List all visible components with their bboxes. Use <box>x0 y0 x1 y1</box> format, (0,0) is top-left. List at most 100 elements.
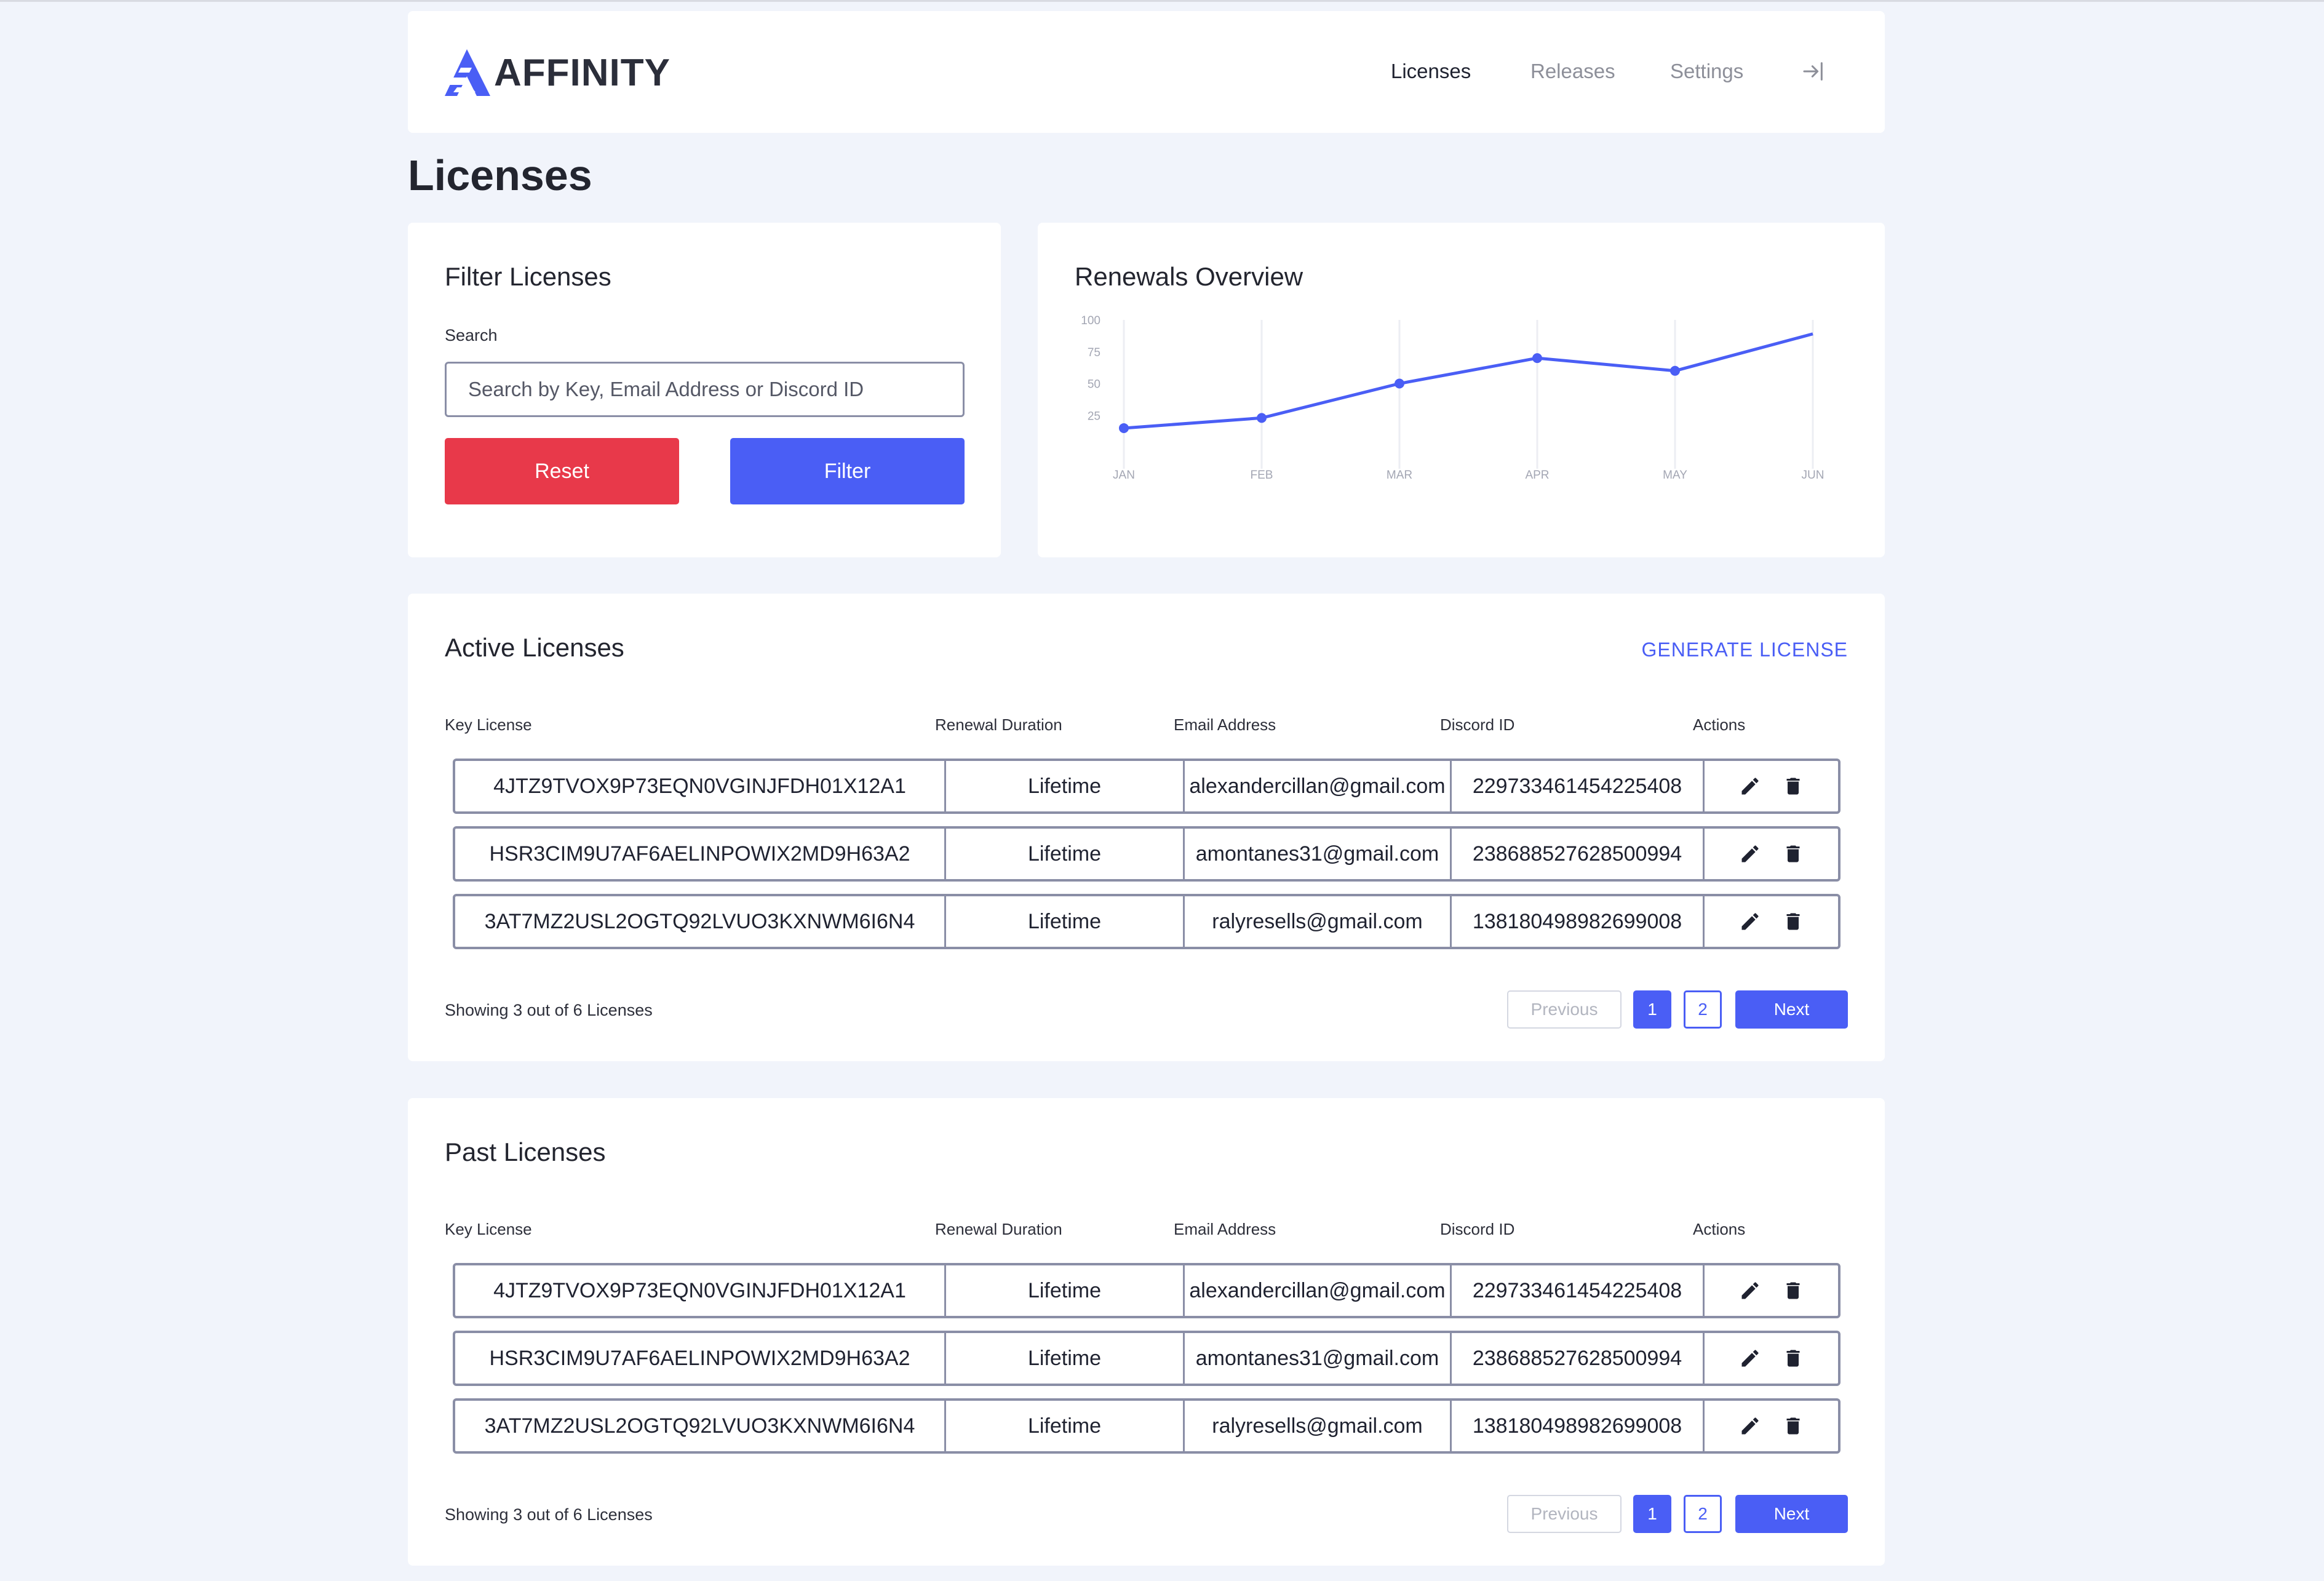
filter-title: Filter Licenses <box>445 262 611 291</box>
page-1-button[interactable]: 1 <box>1633 1495 1671 1533</box>
email-cell: alexandercillan@gmail.com <box>1185 1265 1452 1316</box>
chart-y-tick-label: 100 <box>1081 314 1100 327</box>
table-row: 4JTZ9TVOX9P73EQN0VGINJFDH01X12A1 Lifetim… <box>453 1263 1840 1318</box>
active-licenses-card: Active Licenses GENERATE LICENSE Key Lic… <box>408 594 1885 1061</box>
nav-settings[interactable]: Settings <box>1670 60 1743 83</box>
chart-y-tick-label: 75 <box>1088 346 1100 359</box>
pencil-icon[interactable] <box>1738 1346 1762 1371</box>
key-cell: 4JTZ9TVOX9P73EQN0VGINJFDH01X12A1 <box>455 761 946 811</box>
table-row: 3AT7MZ2USL2OGTQ92LVUO3KXNWM6I6N4 Lifetim… <box>453 894 1840 949</box>
key-cell: HSR3CIM9U7AF6AELINPOWIX2MD9H63A2 <box>455 1333 946 1384</box>
header: AFFINITY Licenses Releases Settings <box>408 11 1885 133</box>
pencil-icon[interactable] <box>1738 1278 1762 1303</box>
chart-y-tick-label: 25 <box>1088 410 1100 423</box>
trash-icon[interactable] <box>1781 1278 1805 1303</box>
chart-x-tick-label: JAN <box>1113 469 1135 482</box>
table-row: 3AT7MZ2USL2OGTQ92LVUO3KXNWM6I6N4 Lifetim… <box>453 1398 1840 1454</box>
column-header-actions: Actions <box>1693 715 1746 734</box>
chart-y-tick-label: 50 <box>1088 378 1100 391</box>
email-cell: amontanes31@gmail.com <box>1185 829 1452 879</box>
email-cell: amontanes31@gmail.com <box>1185 1333 1452 1384</box>
chart-series-line <box>1123 332 1813 430</box>
actions-cell <box>1705 1333 1838 1384</box>
page-1-button[interactable]: 1 <box>1633 990 1671 1029</box>
table-row: HSR3CIM9U7AF6AELINPOWIX2MD9H63A2 Lifetim… <box>453 1331 1840 1386</box>
table-row: 4JTZ9TVOX9P73EQN0VGINJFDH01X12A1 Lifetim… <box>453 759 1840 814</box>
chart-data-point <box>1670 365 1680 376</box>
logo[interactable]: AFFINITY <box>445 49 671 96</box>
key-cell: 4JTZ9TVOX9P73EQN0VGINJFDH01X12A1 <box>455 1265 946 1316</box>
top-border <box>0 0 2324 2</box>
column-header-discord: Discord ID <box>1440 1220 1515 1238</box>
page-2-button[interactable]: 2 <box>1684 990 1722 1029</box>
trash-icon[interactable] <box>1781 909 1805 934</box>
email-cell: alexandercillan@gmail.com <box>1185 761 1452 811</box>
actions-cell <box>1705 1265 1838 1316</box>
search-label: Search <box>445 326 498 344</box>
chart-data-point <box>1119 423 1129 433</box>
chart-x-tick-label: FEB <box>1251 469 1273 482</box>
generate-license-link[interactable]: GENERATE LICENSE <box>1642 639 1848 661</box>
showing-count: Showing 3 out of 6 Licenses <box>445 1001 653 1019</box>
email-cell: ralyresells@gmail.com <box>1185 1401 1452 1451</box>
key-cell: 3AT7MZ2USL2OGTQ92LVUO3KXNWM6I6N4 <box>455 1401 946 1451</box>
duration-cell: Lifetime <box>946 829 1185 879</box>
chart-x-tick-label: MAY <box>1663 469 1687 482</box>
nav-releases[interactable]: Releases <box>1530 60 1615 83</box>
trash-icon[interactable] <box>1781 1414 1805 1438</box>
chart-data-point <box>1395 378 1404 389</box>
nav-licenses[interactable]: Licenses <box>1391 60 1471 83</box>
column-header-email: Email Address <box>1174 1220 1276 1238</box>
past-title: Past Licenses <box>445 1137 606 1166</box>
discord-cell: 238688527628500994 <box>1452 829 1705 879</box>
renewals-card: Renewals Overview JAN FEB MAR APR MAY JUN 25 50… <box>1038 223 1885 557</box>
previous-button[interactable]: Previous <box>1507 1495 1622 1533</box>
chart-data-point <box>1532 353 1542 364</box>
column-header-email: Email Address <box>1174 715 1276 734</box>
active-title: Active Licenses <box>445 633 624 662</box>
showing-count: Showing 3 out of 6 Licenses <box>445 1505 653 1524</box>
discord-cell: 238688527628500994 <box>1452 1333 1705 1384</box>
past-licenses-card: Past Licenses Key License Renewal Durati… <box>408 1098 1885 1566</box>
filter-card: Filter Licenses Search Reset Filter <box>408 223 1001 557</box>
table-row: HSR3CIM9U7AF6AELINPOWIX2MD9H63A2 Lifetim… <box>453 826 1840 882</box>
column-header-discord: Discord ID <box>1440 715 1515 734</box>
search-input[interactable] <box>445 362 965 417</box>
pencil-icon[interactable] <box>1738 1414 1762 1438</box>
pencil-icon[interactable] <box>1738 774 1762 798</box>
page-title: Licenses <box>408 151 592 199</box>
pencil-icon[interactable] <box>1738 842 1762 866</box>
column-header-key: Key License <box>445 715 532 734</box>
reset-button[interactable]: Reset <box>445 438 679 504</box>
chart-data-point <box>1257 413 1267 423</box>
actions-cell <box>1705 761 1838 811</box>
next-button[interactable]: Next <box>1735 1495 1848 1533</box>
next-button[interactable]: Next <box>1735 990 1848 1029</box>
column-header-duration: Renewal Duration <box>935 715 1062 734</box>
duration-cell: Lifetime <box>946 761 1185 811</box>
column-header-duration: Renewal Duration <box>935 1220 1062 1238</box>
logo-icon <box>445 49 490 96</box>
logo-text: AFFINITY <box>494 51 671 94</box>
actions-cell <box>1705 896 1838 947</box>
trash-icon[interactable] <box>1781 842 1805 866</box>
column-header-actions: Actions <box>1693 1220 1746 1238</box>
key-cell: 3AT7MZ2USL2OGTQ92LVUO3KXNWM6I6N4 <box>455 896 946 947</box>
actions-cell <box>1705 829 1838 879</box>
discord-cell: 138180498982699008 <box>1452 1401 1705 1451</box>
duration-cell: Lifetime <box>946 1265 1185 1316</box>
filter-button[interactable]: Filter <box>730 438 965 504</box>
page-2-button[interactable]: 2 <box>1684 1495 1722 1533</box>
trash-icon[interactable] <box>1781 774 1805 798</box>
discord-cell: 138180498982699008 <box>1452 896 1705 947</box>
chart-x-tick-label: APR <box>1525 469 1549 482</box>
renewals-chart: JAN FEB MAR APR MAY JUN 25 50 75 100 <box>1081 314 1825 482</box>
key-cell: HSR3CIM9U7AF6AELINPOWIX2MD9H63A2 <box>455 829 946 879</box>
trash-icon[interactable] <box>1781 1346 1805 1371</box>
logout-icon[interactable] <box>1801 59 1826 84</box>
column-header-key: Key License <box>445 1220 532 1238</box>
previous-button[interactable]: Previous <box>1507 990 1622 1029</box>
chart-x-tick-label: JUN <box>1802 469 1825 482</box>
pencil-icon[interactable] <box>1738 909 1762 934</box>
email-cell: ralyresells@gmail.com <box>1185 896 1452 947</box>
